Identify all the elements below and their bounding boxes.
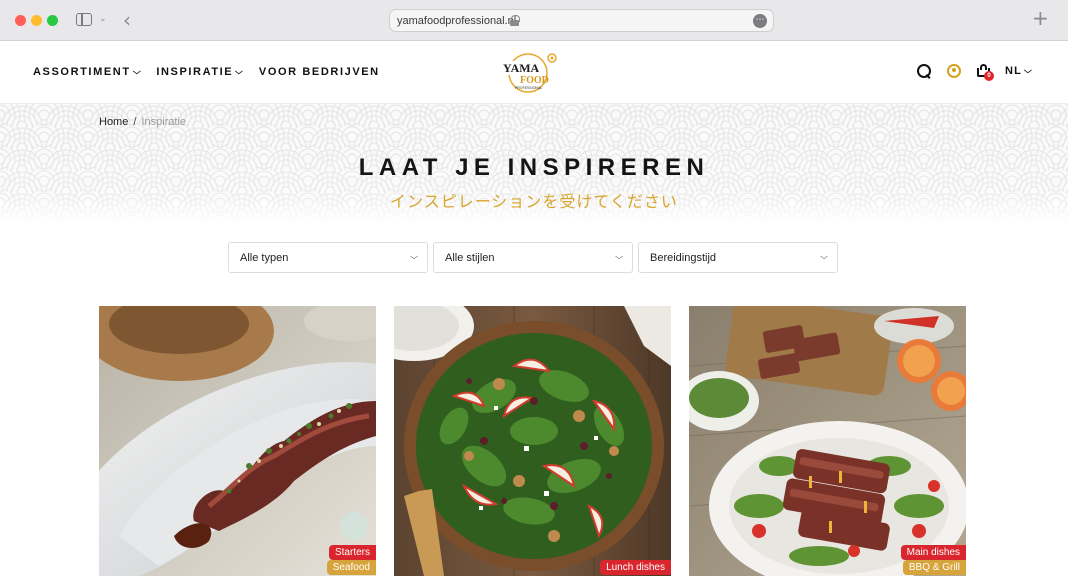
breadcrumb-home-link[interactable]: Home <box>99 116 128 128</box>
close-window-button[interactable] <box>15 15 26 26</box>
svg-text:PROFESSIONAL: PROFESSIONAL <box>515 86 542 90</box>
recipe-filters: Alle typen ⌵ Alle stijlen ⌵ Bereidingsti… <box>228 242 838 273</box>
chevron-down-icon: ⌵ <box>235 67 246 76</box>
language-label: NL <box>1005 65 1023 77</box>
cart-count-badge: 0 <box>984 71 994 81</box>
nav-item-label: VOOR BEDRIJVEN <box>258 66 380 78</box>
style-filter-select[interactable]: Alle stijlen ⌵ <box>433 242 633 273</box>
recipe-card[interactable] <box>394 306 671 576</box>
recipe-image-spinach-apple-salad <box>394 306 671 576</box>
recipe-card[interactable] <box>99 306 376 576</box>
plus-icon[interactable]: + <box>1032 6 1049 30</box>
address-bar[interactable]: yamafoodprofessional.nl ⋯ <box>389 9 774 32</box>
search-icon[interactable] <box>916 63 932 79</box>
chevron-down-icon: ⌵ <box>820 252 828 261</box>
cart-icon[interactable]: 0 <box>977 64 994 81</box>
select-value: Bereidingstijd <box>650 252 717 264</box>
page-subtitle-japanese: インスピレーションを受けてください <box>390 192 678 211</box>
recipe-image-grilled-tuna-salad <box>689 306 966 576</box>
page-title: LAAT JE INSPIREREN <box>358 154 710 181</box>
chevron-down-icon: ⌵ <box>132 67 143 76</box>
header-actions: 0 NL ⌵ <box>916 63 1032 81</box>
svg-text:YAMA: YAMA <box>503 61 540 75</box>
breadcrumb-current: Inspiratie <box>141 116 187 128</box>
chevron-down-icon: ⌵ <box>1023 66 1034 75</box>
user-icon[interactable] <box>947 64 961 78</box>
nav-item-assortiment[interactable]: ASSORTIMENT ⌵ <box>33 66 141 78</box>
lock-icon <box>510 15 520 26</box>
select-value: Alle typen <box>240 252 289 264</box>
browser-toolbar: ⌄ ‹ yamafoodprofessional.nl ⋯ + <box>0 0 1068 41</box>
hero-banner: Home / Inspiratie LAAT JE INSPIREREN インス… <box>0 104 1068 224</box>
nav-item-label: INSPIRATIE <box>156 66 234 78</box>
breadcrumb: Home / Inspiratie <box>99 116 186 128</box>
select-value: Alle stijlen <box>445 252 495 264</box>
recipe-card[interactable] <box>689 306 966 576</box>
url-text: yamafoodprofessional.nl <box>397 15 517 27</box>
site-logo[interactable]: YAMA FOOD PROFESSIONAL <box>500 51 560 95</box>
more-icon[interactable]: ⋯ <box>753 14 767 28</box>
nav-item-label: ASSORTIMENT <box>33 66 131 78</box>
svg-text:FOOD: FOOD <box>520 75 549 86</box>
main-nav: ASSORTIMENT ⌵ INSPIRATIE ⌵ VOOR BEDRIJVE… <box>33 66 380 78</box>
chevron-down-icon: ⌵ <box>410 252 418 261</box>
chevron-down-icon: ⌵ <box>615 252 623 261</box>
back-arrow-icon[interactable]: ‹ <box>123 8 131 32</box>
zoom-window-button[interactable] <box>47 15 58 26</box>
nav-item-voor-bedrijven[interactable]: VOOR BEDRIJVEN <box>259 66 380 78</box>
sidebar-icon[interactable] <box>76 13 92 26</box>
language-selector[interactable]: NL ⌵ <box>1005 65 1032 77</box>
site-header: ASSORTIMENT ⌵ INSPIRATIE ⌵ VOOR BEDRIJVE… <box>0 41 1068 104</box>
recipe-image-seared-beef-tataki <box>99 306 376 576</box>
prep-time-filter-select[interactable]: Bereidingstijd ⌵ <box>638 242 838 273</box>
breadcrumb-separator: / <box>133 116 137 128</box>
type-filter-select[interactable]: Alle typen ⌵ <box>228 242 428 273</box>
nav-item-inspiratie[interactable]: INSPIRATIE ⌵ <box>156 66 244 78</box>
chevron-down-icon[interactable]: ⌄ <box>99 13 107 24</box>
minimize-window-button[interactable] <box>31 15 42 26</box>
